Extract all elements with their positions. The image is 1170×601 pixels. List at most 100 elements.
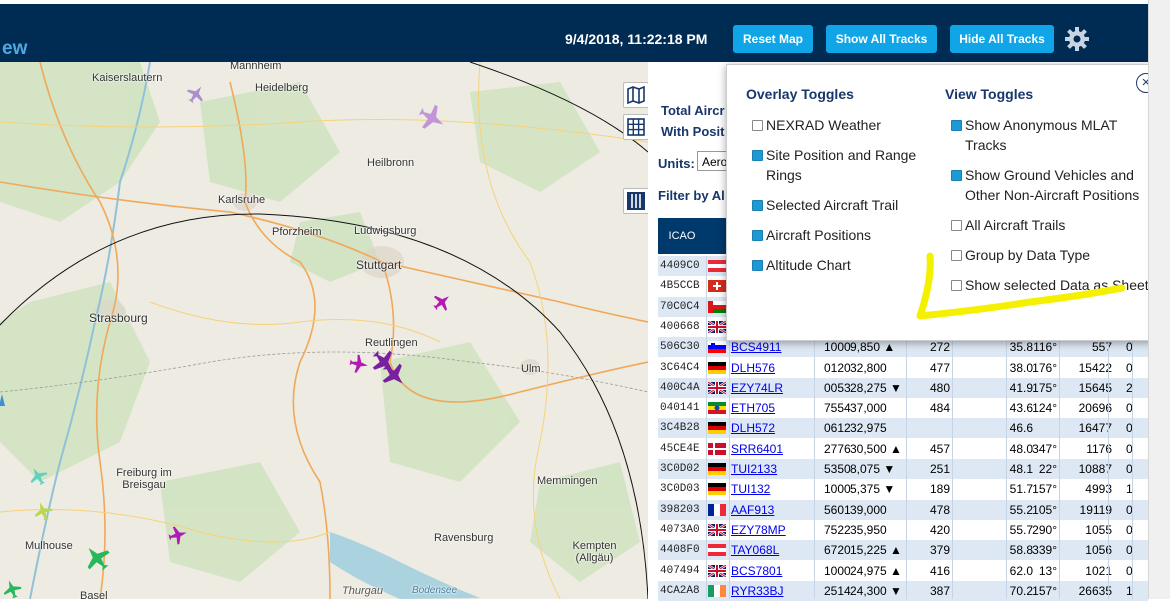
table-row[interactable]: 4408F0 TAY068L 6720 15,225 ▲ 379 58.8 339° 1056… bbox=[658, 540, 1148, 561]
hide-all-tracks-button[interactable]: Hide All Tracks bbox=[950, 25, 1054, 53]
callsign-link[interactable]: TUI2133 bbox=[731, 459, 777, 479]
icao-cell: 3C4B28 bbox=[660, 422, 700, 435]
checkbox[interactable] bbox=[752, 200, 763, 211]
country-flag-icon bbox=[708, 503, 726, 516]
country-flag-icon bbox=[708, 544, 726, 557]
track-cell: 175° bbox=[1032, 380, 1057, 395]
icao-cell: 4CA2A8 bbox=[660, 584, 700, 597]
city-label: Kempten (Allgäu) bbox=[572, 540, 617, 564]
track-cell: 13° bbox=[1038, 563, 1057, 578]
total-aircraft-label: Total Aircr bbox=[661, 103, 725, 118]
table-row[interactable]: 398203 AAF913 5601 39,000 478 55.2 105° 19119 0 bbox=[658, 499, 1148, 520]
table-row[interactable]: 4CA2A8 RYR33BJ 2514 24,300 ▼ 387 70.2 157° 2663… bbox=[658, 580, 1148, 601]
country-flag-icon bbox=[708, 483, 726, 496]
city-label: Mannheim bbox=[230, 62, 282, 72]
callsign-link[interactable]: ETH705 bbox=[731, 398, 775, 418]
icao-column-header[interactable]: ICAO bbox=[658, 218, 706, 254]
icao-cell: 407494 bbox=[660, 564, 700, 577]
table-row[interactable]: 3C4B28 DLH572 0612 32,975 46.6 16477 0 bbox=[658, 418, 1148, 439]
checkbox-label[interactable]: All Aircraft Trails bbox=[965, 215, 1150, 235]
track-cell: 290° bbox=[1032, 522, 1057, 537]
icao-cell: 3C64C4 bbox=[660, 361, 700, 374]
reset-map-button[interactable]: Reset Map bbox=[733, 25, 813, 53]
altitude-cell: 5,375 ▼ bbox=[850, 482, 896, 497]
callsign-link[interactable]: EZY74LR bbox=[731, 378, 783, 398]
callsign-link[interactable]: TAY068L bbox=[731, 540, 779, 560]
checkbox-label[interactable]: Selected Aircraft Trail bbox=[766, 195, 936, 215]
altitude-cell: 8,075 ▼ bbox=[850, 462, 896, 476]
column-toggle-button[interactable] bbox=[623, 188, 648, 214]
speed-cell: 251 bbox=[929, 462, 950, 476]
city-label: Memmingen bbox=[537, 475, 598, 487]
view-toggles-title: View Toggles bbox=[945, 86, 1034, 102]
map-icon bbox=[627, 85, 645, 105]
map-view[interactable]: Kaiserslautern Mannheim Heidelberg Heilb… bbox=[0, 62, 648, 599]
track-cell: 124° bbox=[1032, 401, 1057, 416]
altitude-cell: 35,950 bbox=[850, 522, 887, 537]
checkbox[interactable] bbox=[752, 120, 763, 131]
with-positions-label: With Posit bbox=[661, 124, 725, 139]
table-row[interactable]: 3C0D03 TUI132 1000 5,375 ▼ 189 51.7 157° 4993 1 bbox=[658, 479, 1148, 499]
checkbox[interactable] bbox=[951, 220, 962, 231]
checkbox-label[interactable]: NEXRAD Weather bbox=[766, 115, 936, 135]
region-label: Thurgau bbox=[342, 585, 383, 597]
checkbox-label[interactable]: Show Anonymous MLAT Tracks bbox=[965, 115, 1150, 155]
map-layers-button[interactable] bbox=[623, 82, 648, 108]
country-flag-icon bbox=[708, 320, 726, 333]
squawk-cell: 1000 bbox=[824, 563, 851, 578]
city-label: Mulhouse bbox=[25, 540, 73, 552]
country-flag-icon bbox=[708, 361, 726, 374]
messages-cell: 20696 bbox=[1078, 401, 1112, 416]
squawk-cell: 2514 bbox=[824, 583, 851, 598]
gear-icon[interactable] bbox=[1064, 26, 1090, 52]
squawk-cell: 0120 bbox=[824, 360, 851, 375]
altitude-cell: 28,275 ▼ bbox=[850, 380, 902, 395]
checkbox[interactable] bbox=[752, 150, 763, 161]
table-row[interactable]: 4073A0 EZY78MP 7522 35,950 420 55.7 290° 1055 0 bbox=[658, 520, 1148, 540]
callsign-link[interactable]: SRR6401 bbox=[731, 439, 783, 459]
checkbox[interactable] bbox=[752, 260, 763, 271]
checkbox[interactable] bbox=[951, 170, 962, 181]
icao-cell: 3C0D03 bbox=[660, 483, 700, 496]
speed-cell: 457 bbox=[929, 441, 950, 456]
track-cell: 339° bbox=[1032, 543, 1057, 558]
country-flag-icon bbox=[708, 402, 726, 415]
checkbox-label[interactable]: Site Position and Range Rings bbox=[766, 145, 936, 185]
altitude-cell: 39,000 bbox=[850, 502, 887, 517]
city-label: Heilbronn bbox=[367, 157, 415, 169]
altitude-cell: 32,800 bbox=[850, 360, 887, 375]
table-row[interactable]: 3C0D02 TUI2133 5350 8,075 ▼ 251 48.1 22° 10887 0 bbox=[658, 459, 1148, 479]
callsign-link[interactable]: EZY78MP bbox=[731, 520, 786, 540]
table-row[interactable]: 040141 ETH705 7554 37,000 484 43.6 124° 20696 0 bbox=[658, 398, 1148, 418]
callsign-link[interactable]: BCS7801 bbox=[731, 561, 782, 581]
show-all-tracks-button[interactable]: Show All Tracks bbox=[826, 25, 937, 53]
callsign-link[interactable]: TUI132 bbox=[731, 479, 770, 499]
window-scrollbar[interactable] bbox=[1148, 0, 1170, 599]
table-row[interactable]: 407494 BCS7801 1000 24,975 ▲ 416 62.0 13° 1021 0 bbox=[658, 561, 1148, 581]
callsign-link[interactable]: DLH576 bbox=[731, 358, 775, 378]
table-row[interactable]: 400C4A EZY74LR 0053 28,275 ▼ 480 41.9 175° 1564… bbox=[658, 377, 1148, 398]
squawk-cell: 2776 bbox=[824, 441, 851, 456]
checkbox-label[interactable]: Show Ground Vehicles and Other Non-Aircr… bbox=[965, 165, 1150, 205]
icao-cell: 45CE4E bbox=[660, 442, 700, 455]
lake-label: Bodensee bbox=[412, 585, 458, 596]
checkbox[interactable] bbox=[951, 120, 962, 131]
checkbox-label[interactable]: Aircraft Positions bbox=[766, 225, 936, 245]
messages-cell: 1176 bbox=[1086, 441, 1112, 456]
callsign-link[interactable]: AAF913 bbox=[731, 500, 774, 520]
speed-cell: 484 bbox=[929, 401, 950, 416]
messages-cell: 16477 bbox=[1078, 421, 1112, 436]
callsign-link[interactable]: DLH572 bbox=[731, 418, 775, 438]
country-flag-icon bbox=[708, 260, 726, 272]
icao-cell: 4409C0 bbox=[660, 260, 700, 272]
city-label: Karlsruhe bbox=[218, 194, 266, 206]
grid-toggle-button[interactable] bbox=[623, 114, 648, 140]
checkbox[interactable] bbox=[752, 230, 763, 241]
country-flag-icon bbox=[708, 422, 726, 435]
columns-icon bbox=[627, 192, 645, 210]
callsign-link[interactable]: RYR33BJ bbox=[731, 581, 783, 601]
squawk-cell: 5350 bbox=[824, 462, 851, 476]
country-flag-icon bbox=[708, 523, 726, 536]
table-row[interactable]: 45CE4E SRR6401 2776 30,500 ▲ 457 48.0 347° 1176… bbox=[658, 439, 1148, 459]
table-row[interactable]: 3C64C4 DLH576 0120 32,800 477 38.0 176° 15422 0 bbox=[658, 358, 1148, 378]
